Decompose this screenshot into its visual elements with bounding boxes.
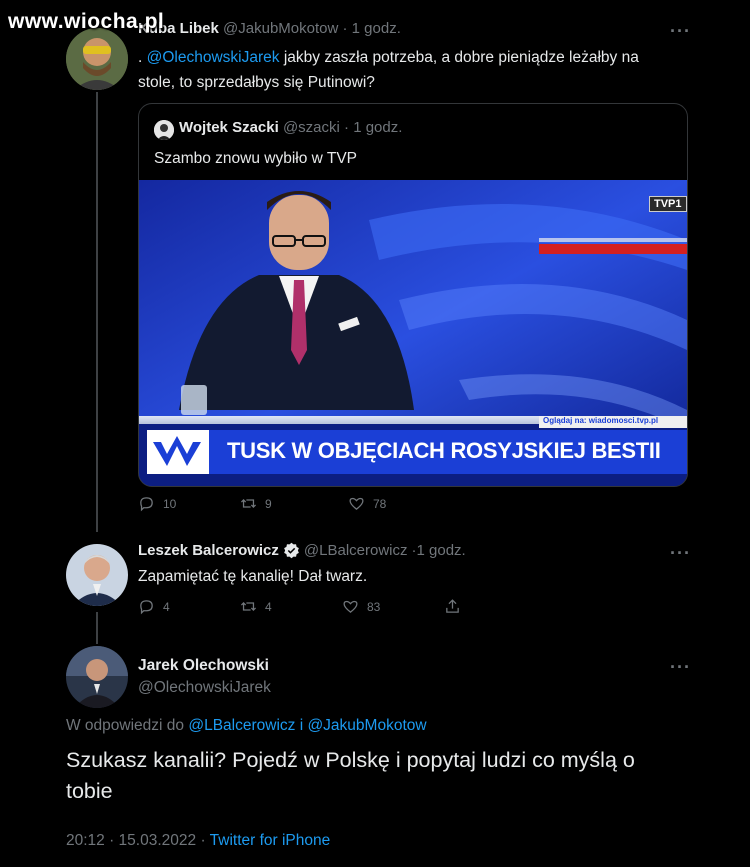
tweet3-text-line1: Szukasz kanalii? Pojedź w Polskę i popyt… bbox=[66, 748, 635, 772]
reply-prefix: W odpowiedzi do bbox=[66, 717, 189, 734]
tweet2-actions: 4 4 83 bbox=[138, 598, 461, 615]
tweet1-header: Kuba Libek @JakubMokotow · 1 godz. bbox=[138, 20, 401, 37]
tweet2-like-button[interactable]: 83 bbox=[342, 598, 444, 615]
avatar-leszek-balcerowicz[interactable] bbox=[66, 544, 128, 606]
avatar-jarek-olechowski[interactable] bbox=[66, 646, 128, 708]
tweet3-text-line2: tobie bbox=[66, 779, 113, 803]
tweet3-author-handle[interactable]: @OlechowskiJarek bbox=[138, 679, 271, 697]
retweet-icon bbox=[240, 602, 257, 611]
avatar-kuba-libek[interactable] bbox=[66, 28, 128, 90]
tweet2-author-handle[interactable]: @LBalcerowicz bbox=[304, 542, 408, 559]
tweet2-text: Zapamiętać tę kanalię! Dał twarz. bbox=[138, 568, 368, 585]
tweet1-text-line1: jakby zaszła potrzeba, a dobre pieniądze… bbox=[279, 49, 639, 66]
quoted-tweet-card[interactable]: Wojtek Szacki @szacki · 1 godz. Szambo z… bbox=[138, 103, 688, 487]
tweet2-header: Leszek Balcerowicz @LBalcerowicz · 1 god… bbox=[138, 542, 466, 559]
tweet2-like-count: 83 bbox=[367, 599, 381, 614]
retweet-icon bbox=[240, 499, 257, 508]
quote-text: Szambo znowu wybiło w TVP bbox=[154, 150, 358, 167]
quote-image[interactable]: TVP1 Oglądaj na: wiadomosci.tvp.pl TUSK … bbox=[139, 180, 687, 486]
tweet1-author-handle[interactable]: @JakubMokotow bbox=[223, 20, 338, 37]
tweet1-text: . @OlechowskiJarek jakby zaszła potrzeba… bbox=[138, 45, 698, 95]
tweet2-retweet-count: 4 bbox=[265, 599, 272, 614]
tweet3-more-button[interactable]: ··· bbox=[670, 657, 691, 678]
reply-icon bbox=[140, 497, 153, 512]
tweet1-like-count: 78 bbox=[373, 496, 387, 511]
tweet2-reply-button[interactable]: 4 bbox=[138, 598, 240, 615]
news-headline: TUSK W OBJĘCIACH ROSYJSKIEJ BESTII bbox=[227, 438, 661, 463]
tweet2-share-button[interactable] bbox=[444, 598, 461, 615]
tweet1-more-button[interactable]: ··· bbox=[670, 21, 691, 42]
tweet1-actions: 10 9 78 bbox=[138, 495, 386, 512]
tweet1-text-prefix: . bbox=[138, 49, 147, 66]
tweet1-reply-count: 10 bbox=[163, 496, 177, 511]
tweet2-author-name[interactable]: Leszek Balcerowicz bbox=[138, 542, 279, 559]
site-watermark: www.wiocha.pl bbox=[8, 10, 165, 33]
tweet2-more-button[interactable]: ··· bbox=[670, 543, 691, 564]
tweet2-reply-count: 4 bbox=[163, 599, 170, 614]
tweet3-meta: 20:12 · 15.03.2022 · Twitter for iPhone bbox=[66, 832, 330, 850]
quote-author-name: Wojtek Szacki bbox=[179, 119, 279, 136]
separator: · bbox=[339, 119, 354, 136]
tweet1-mention-link[interactable]: @OlechowskiJarek bbox=[147, 49, 280, 66]
tweet1-retweet-button[interactable]: 9 bbox=[240, 495, 348, 512]
quote-header: Wojtek Szacki @szacki · 1 godz. bbox=[179, 119, 402, 136]
tweet3-source-link[interactable]: Twitter for iPhone bbox=[210, 832, 331, 849]
tweet1-retweet-count: 9 bbox=[265, 496, 272, 511]
tweet2-retweet-button[interactable]: 4 bbox=[240, 598, 342, 615]
channel-logo: TVP1 bbox=[649, 196, 687, 212]
reply-icon bbox=[140, 600, 153, 615]
reply-to-links[interactable]: @LBalcerowicz i @JakubMokotow bbox=[188, 717, 426, 734]
share-icon bbox=[446, 599, 459, 613]
tweet3-timestamp[interactable]: 20:12 · 15.03.2022 · bbox=[66, 832, 210, 849]
tweet1-reply-button[interactable]: 10 bbox=[138, 495, 240, 512]
verified-badge-icon bbox=[284, 542, 299, 559]
heart-icon bbox=[349, 497, 364, 510]
avatar-wojtek-szacki bbox=[154, 120, 174, 140]
tweet1-like-button[interactable]: 78 bbox=[348, 495, 386, 512]
tweet3-text: Szukasz kanalii? Pojedź w Polskę i popyt… bbox=[66, 745, 736, 807]
heart-icon bbox=[343, 600, 358, 613]
thread-line bbox=[96, 92, 98, 532]
quote-author-handle: @szacki bbox=[282, 119, 340, 136]
thread-line bbox=[96, 612, 98, 644]
reply-context: W odpowiedzi do @LBalcerowicz i @JakubMo… bbox=[66, 717, 427, 735]
tweet1-text-line2: stole, to sprzedałbys się Putinowi? bbox=[138, 74, 375, 91]
quote-time: 1 godz. bbox=[353, 119, 403, 136]
website-caption: Oglądaj na: wiadomosci.tvp.pl bbox=[543, 416, 659, 425]
tweet1-time[interactable]: 1 godz. bbox=[352, 20, 401, 37]
tweet3-author-name[interactable]: Jarek Olechowski bbox=[138, 657, 269, 675]
tweet2-time[interactable]: 1 godz. bbox=[417, 542, 466, 559]
separator: · bbox=[338, 20, 352, 37]
